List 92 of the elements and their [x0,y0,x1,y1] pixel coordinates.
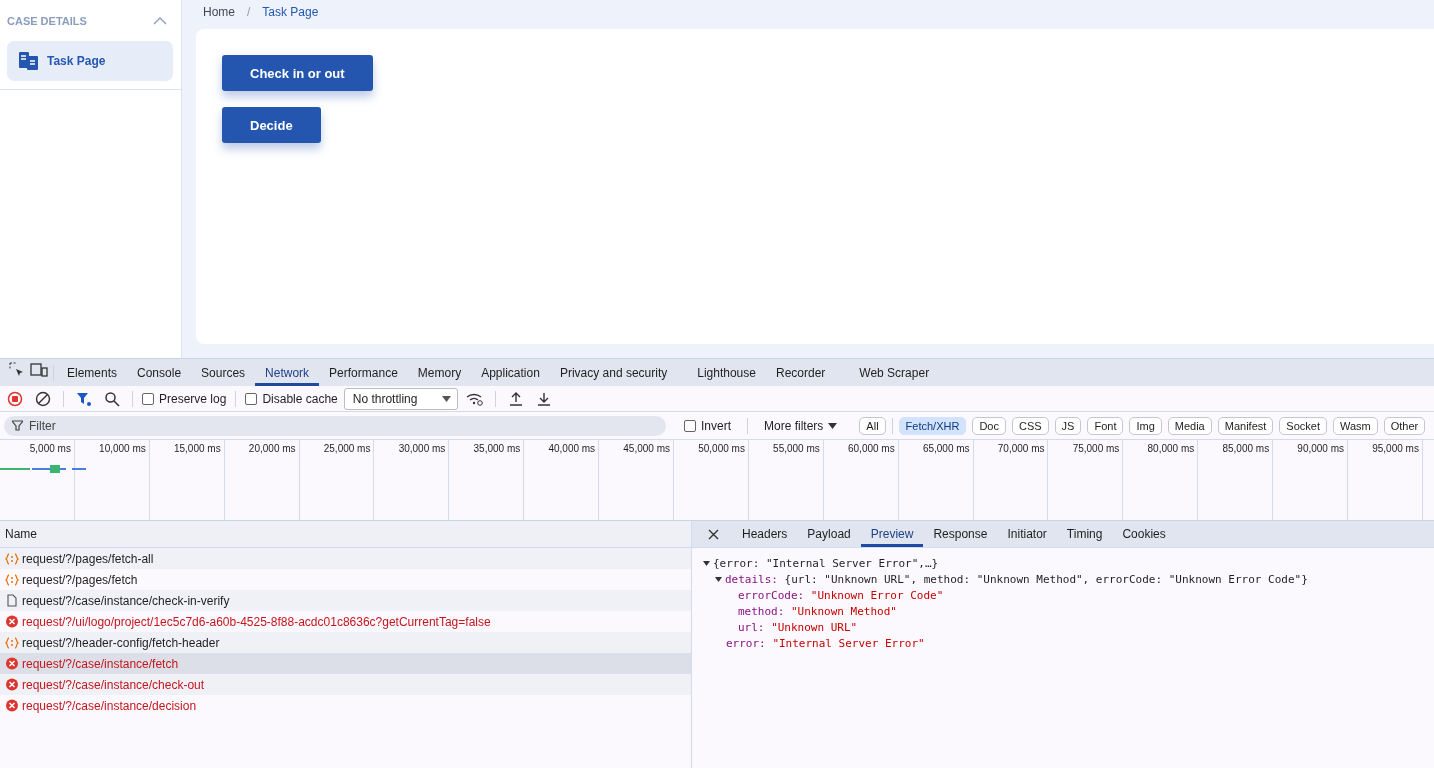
request-row[interactable]: request/?/header-config/fetch-header [0,632,691,653]
type-filter-chip[interactable]: Wasm [1332,416,1378,435]
detail-tab[interactable]: Timing [1056,521,1113,547]
object-summary: {url: "Unknown URL", method: "Unknown Method", errorCode: "Unknown Error Code"} [784,572,1308,588]
type-filter-chip[interactable]: Img [1129,416,1162,435]
devtools-tab[interactable]: Performance [319,359,408,386]
breadcrumb-current: Task Page [262,4,319,19]
filter-icon [12,420,23,431]
property-key: details: [725,572,778,588]
error-icon [5,678,19,691]
type-filter-chip[interactable]: Media [1167,416,1212,435]
time-tick: 45,000 ms [623,443,670,454]
breadcrumb-separator: / [247,4,251,19]
time-tick: 35,000 ms [473,443,521,454]
time-tick: 90,000 ms [1297,443,1345,454]
request-row[interactable]: request/?/case/instance/check-out [0,674,691,695]
property-key: method: [738,604,785,620]
time-tick: 65,000 ms [922,443,970,454]
type-filter-chip[interactable]: Manifest [1217,416,1274,435]
time-tick: 95,000 ms [1372,443,1419,454]
time-tick: 15,000 ms [173,443,221,454]
error-icon [5,615,19,628]
throttling-select[interactable]: No throttling [343,387,458,410]
devtools-tab[interactable]: Elements [57,359,128,386]
caret-icon [828,422,838,429]
error-icon [5,657,19,670]
detail-tab[interactable]: Payload [797,521,861,547]
error-icon [5,699,19,712]
time-tick: 50,000 ms [698,443,745,454]
string-value: "Unknown Method" [791,604,897,620]
time-tick: 30,000 ms [398,443,446,454]
devtools-tab[interactable]: Web Scraper [849,359,940,386]
action-button[interactable]: Decide [222,107,321,143]
object-summary: {error: "Internal Server Error",…} [713,556,939,572]
detail-tab[interactable]: Preview [860,521,924,547]
time-tick: 75,000 ms [1072,443,1120,454]
type-filter-chip[interactable]: All [859,416,886,435]
time-tick: 70,000 ms [997,443,1045,454]
chevron-up-icon[interactable] [153,17,167,25]
document-icon [5,594,19,607]
time-tick: 60,000 ms [848,443,895,454]
string-value: "Unknown URL" [771,620,858,636]
time-tick: 55,000 ms [773,443,820,454]
preserve-log-checkbox[interactable]: Preserve log [142,391,227,406]
action-button[interactable]: Check in or out [222,55,373,91]
devtools-tab[interactable]: Recorder [765,359,836,386]
sidebar-item[interactable]: Task Page [7,41,173,81]
devtools-tab[interactable]: Privacy and security [549,359,678,386]
devtools-tab[interactable]: Network [255,359,320,386]
request-row[interactable]: request/?/case/instance/check-in-verify [0,590,691,611]
section-title: CASE DETAILS [7,15,87,27]
type-filter-chip[interactable]: Font [1087,416,1124,435]
devtools-tab[interactable]: Lighthouse [687,359,766,386]
detail-tab[interactable]: Initiator [997,521,1057,547]
devtools-tab[interactable]: Application [471,359,550,386]
time-tick: 5,000 ms [29,443,71,454]
disable-cache-checkbox[interactable]: Disable cache [245,391,338,406]
braces-icon [5,552,19,565]
string-value: "Internal Server Error" [772,636,925,652]
request-row[interactable]: request/?/case/instance/fetch [0,653,691,674]
column-header: Name [5,527,37,541]
type-filter-chip[interactable]: Socket [1279,416,1327,435]
filter-field[interactable]: Filter [4,415,666,436]
detail-tab[interactable]: Response [923,521,998,547]
devtools-tab[interactable]: Sources [191,359,256,386]
more-filters-dropdown[interactable]: More filters [764,418,838,433]
devtools-tab[interactable]: Console [127,359,192,386]
time-tick: 20,000 ms [248,443,296,454]
type-filter-chip[interactable]: CSS [1011,416,1049,435]
devtools-tab[interactable]: Memory [407,359,472,386]
string-value: "Unknown Error Code" [810,588,944,604]
breadcrumb-link[interactable]: Home [203,4,235,19]
type-filter-chip[interactable]: Fetch/XHR [898,416,967,435]
time-tick: 25,000 ms [323,443,371,454]
invert-checkbox[interactable]: Invert [684,418,731,433]
time-tick: 40,000 ms [548,443,596,454]
time-tick: 85,000 ms [1222,443,1270,454]
type-filter-chip[interactable]: Doc [972,416,1006,435]
braces-icon [5,573,19,586]
property-key: error: [726,636,766,652]
request-row[interactable]: request/?/pages/fetch-all [0,548,691,569]
time-tick: 80,000 ms [1147,443,1195,454]
document-list-icon [19,52,38,70]
detail-tab[interactable]: Cookies [1112,521,1176,547]
caret-icon [441,395,451,402]
time-tick: 10,000 ms [99,443,146,454]
detail-tab[interactable]: Headers [732,521,798,547]
property-key: url: [738,620,765,636]
braces-icon [5,636,19,649]
property-key: errorCode: [738,588,805,604]
type-filter-chip[interactable]: JS [1054,416,1082,435]
type-filter-chip[interactable]: Other [1383,416,1426,435]
